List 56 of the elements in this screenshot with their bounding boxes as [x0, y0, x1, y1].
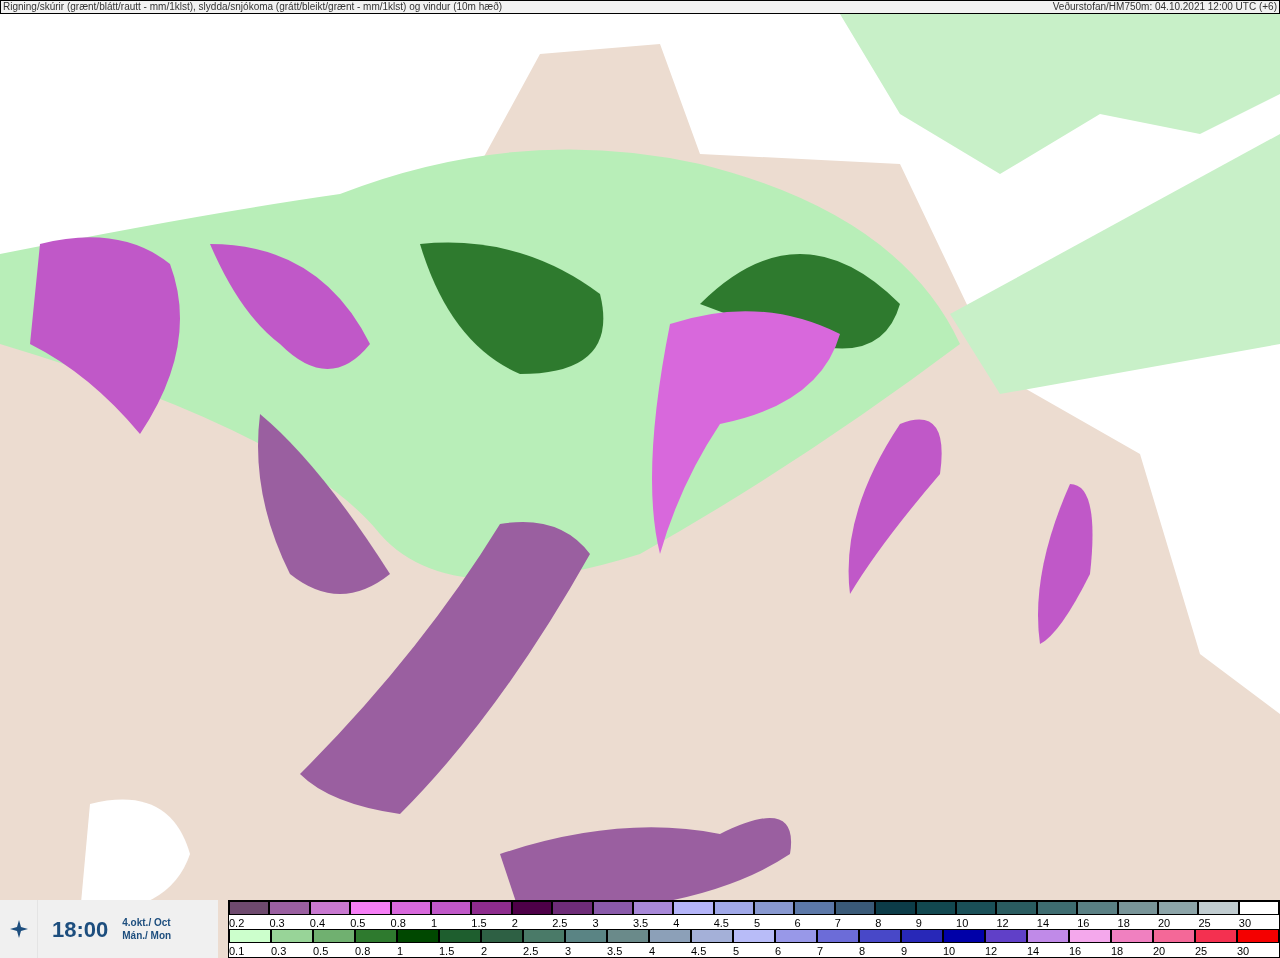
legend-label: 20	[1158, 917, 1171, 929]
legend-label: 30	[1237, 945, 1250, 957]
legend-label: 14	[1036, 917, 1050, 929]
legend-label: 16	[1069, 945, 1082, 957]
legend-label: 2	[481, 945, 488, 957]
legend-label: 8	[859, 945, 866, 957]
legend-label: 20	[1153, 945, 1166, 957]
legend-label: 12	[985, 945, 998, 957]
legend-label: 3	[592, 917, 599, 929]
legend-label: 2	[511, 917, 518, 929]
legend-label: 0.3	[269, 917, 285, 929]
legend-label: 1.5	[439, 945, 455, 957]
time-text: 18:00	[52, 915, 109, 944]
legend-label: 2.5	[523, 945, 539, 957]
legend-label: 0.2	[229, 917, 245, 929]
legend-label: 25	[1198, 917, 1211, 929]
legend-label: 7	[817, 945, 824, 957]
legend-label: 4	[673, 917, 680, 929]
legend-label: 5	[733, 945, 740, 957]
legend-label: 4	[649, 945, 656, 957]
legend-label: 10	[943, 945, 956, 957]
legend-label: 30	[1238, 917, 1251, 929]
legend-label: 16	[1077, 917, 1090, 929]
legend-label: 6	[794, 917, 801, 929]
legend-label: 9	[901, 945, 908, 957]
legend-label: 3.5	[607, 945, 623, 957]
legend-label: 5	[754, 917, 761, 929]
date-text: 4.okt./ Oct	[122, 916, 172, 929]
legend-label: 10	[956, 917, 969, 929]
legend-label: 9	[915, 917, 922, 929]
legend-label: 0.5	[313, 945, 329, 957]
legend-label: 2.5	[552, 917, 568, 929]
legend-label: 25	[1195, 945, 1208, 957]
legend-label: 18	[1117, 917, 1130, 929]
legend-label: 4.5	[713, 917, 729, 929]
legend-label: 18	[1111, 945, 1124, 957]
header-title: Rigning/skúrir (grænt/blátt/rautt - mm/1klst), slydda/snjókoma (grátt/bleikt/grænt - mm/1klst) og vindur (10m hæð)	[3, 1, 503, 13]
weekday-text: Mán./ Mon	[122, 929, 172, 942]
legend-label: 7	[834, 917, 841, 929]
legend-label: 0.8	[355, 945, 371, 957]
legend-label: 14	[1027, 945, 1040, 957]
legend-label: 1	[397, 945, 404, 957]
legend-label: 3	[565, 945, 572, 957]
legend-label: 12	[996, 917, 1009, 929]
legend-label: 0.5	[350, 917, 366, 929]
legend-label: 1	[430, 917, 438, 929]
legend-label: 0.8	[390, 917, 406, 929]
legend-label: 3.5	[632, 917, 649, 929]
legend-label: 0.1	[229, 945, 245, 957]
legend-label: 8	[875, 917, 882, 929]
legend-label: 0.3	[271, 945, 287, 957]
header-source: Veðurstofan/HM750m: 04.10.2021 12:00 UTC (+6)	[1052, 1, 1277, 13]
legend-label: 4.5	[691, 945, 707, 957]
legend-label: 6	[775, 945, 782, 957]
legend-label: 0.4	[309, 917, 326, 929]
legend-label: 1.5	[471, 917, 487, 929]
